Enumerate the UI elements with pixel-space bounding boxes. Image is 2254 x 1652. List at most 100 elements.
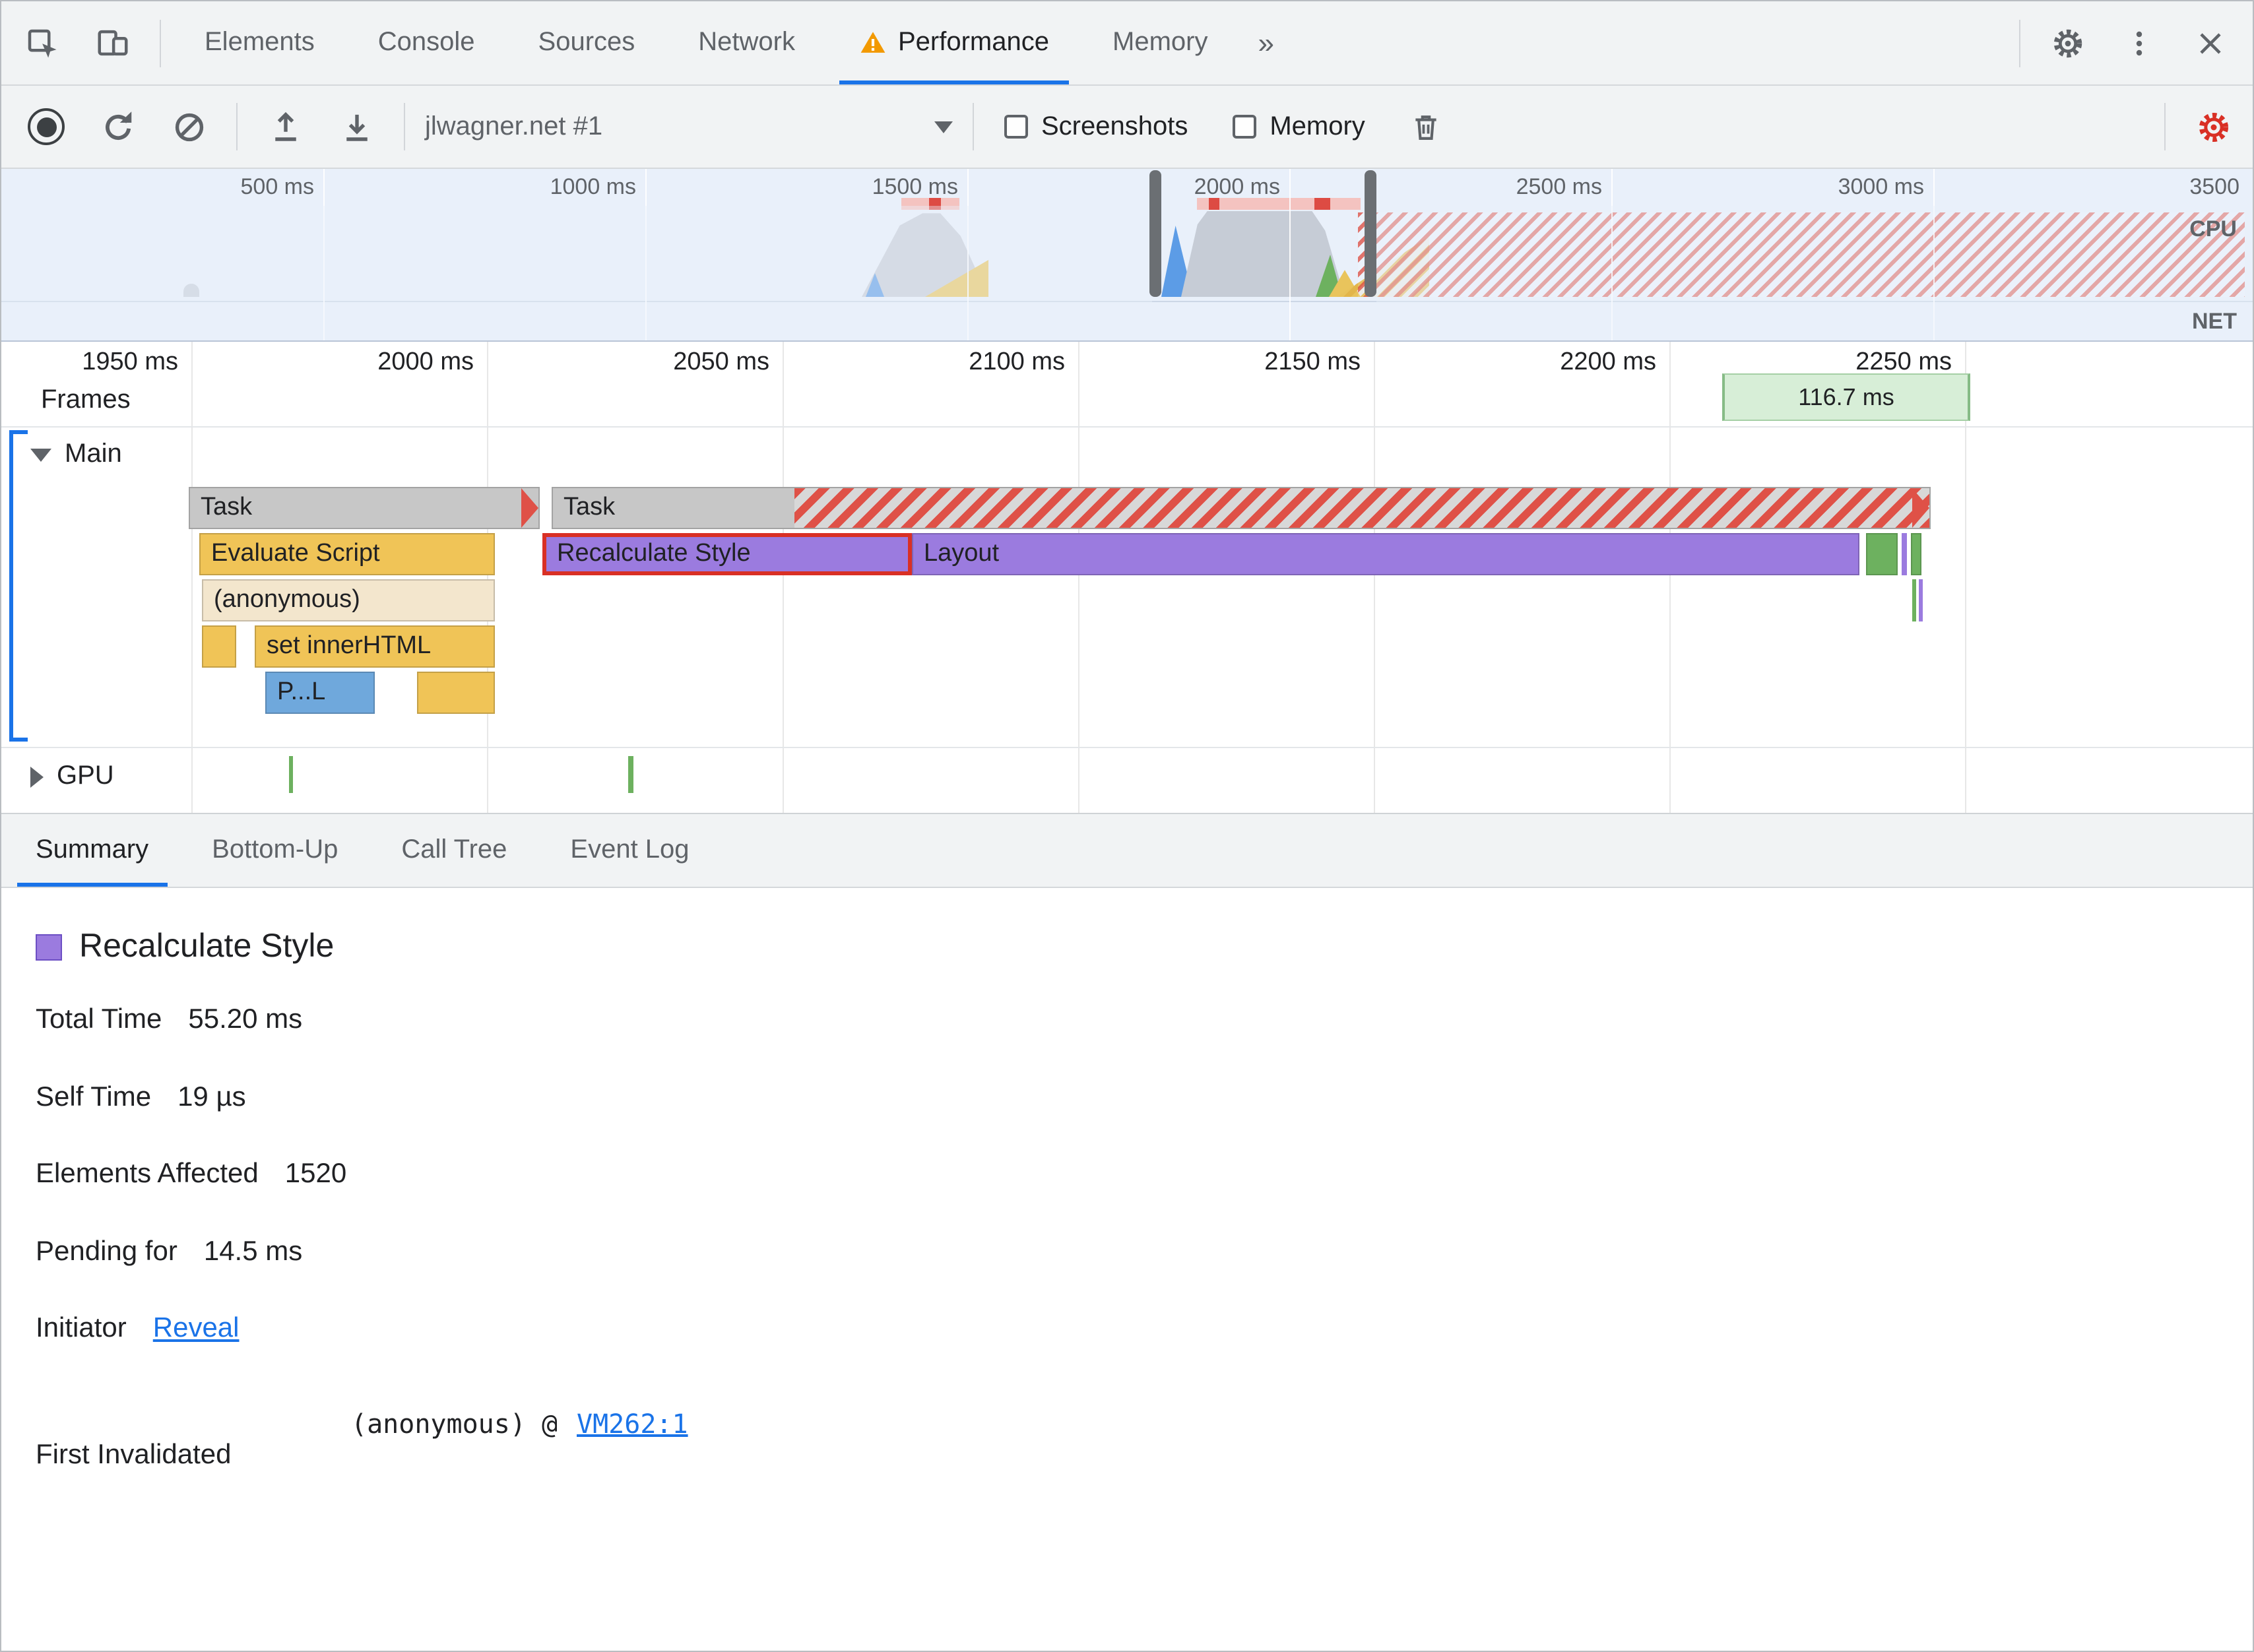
reload-icon <box>104 111 131 140</box>
first-invalidated-value: (anonymous) @ VM262:1 <box>351 1408 688 1440</box>
gpu-track-label: GPU <box>57 761 114 790</box>
flame-bar-style-sliver[interactable] <box>1902 533 1907 575</box>
gpu-activity-mark <box>628 756 633 793</box>
gpu-track-toggle[interactable]: GPU <box>30 761 114 792</box>
long-task-strip-segment <box>1314 198 1330 210</box>
separator <box>2164 103 2166 150</box>
initiator-reveal-link[interactable]: Reveal <box>153 1313 240 1343</box>
profile-select-value: jlwagner.net #1 <box>425 111 603 141</box>
devtools-tabbar: Elements Console Sources Network Perform… <box>1 1 2253 86</box>
summary-row-label: Elements Affected <box>36 1159 259 1189</box>
tab-network[interactable]: Network <box>666 1 827 84</box>
expand-arrow-icon <box>30 766 44 787</box>
tab-event-log[interactable]: Event Log <box>538 814 721 887</box>
flame-bar-sliver[interactable] <box>1912 579 1916 621</box>
flame-bar-layout[interactable]: Layout <box>912 533 1859 575</box>
devtools-window: Elements Console Sources Network Perform… <box>0 0 2254 1652</box>
flame-bar-label: P...L <box>277 678 326 706</box>
overview-ruler-label: 500 ms <box>240 174 315 199</box>
main-track-toggle[interactable]: Main <box>30 439 122 470</box>
warning-icon <box>860 32 885 53</box>
save-profile-button[interactable] <box>330 98 383 156</box>
download-icon <box>346 113 367 141</box>
summary-row-label: Self Time <box>36 1082 152 1112</box>
flame-bar-paint[interactable] <box>1866 533 1898 575</box>
device-toolbar-icon <box>97 30 127 56</box>
memory-checkbox[interactable] <box>1233 115 1257 139</box>
inspect-element-icon <box>27 29 56 58</box>
more-options-icon[interactable] <box>2113 14 2166 72</box>
clear-recording-button[interactable] <box>162 98 215 156</box>
record-button[interactable] <box>20 98 73 156</box>
flame-bar-recalculate-style-selected[interactable]: Recalculate Style <box>542 533 912 575</box>
flame-bar-anonymous[interactable]: (anonymous) <box>202 579 495 621</box>
capture-settings-button[interactable] <box>2187 98 2239 156</box>
tab-label: Summary <box>36 835 149 864</box>
red-gear-icon <box>2198 111 2228 142</box>
first-invalidated-source-link[interactable]: VM262:1 <box>577 1408 688 1440</box>
flame-bar-paint-sliver[interactable] <box>1911 533 1921 575</box>
screenshots-checkbox[interactable] <box>1004 115 1028 139</box>
detail-ruler-label: 1950 ms <box>82 348 178 376</box>
summary-row-value: 55.20 ms <box>188 1004 303 1034</box>
profile-select[interactable]: jlwagner.net #1 <box>425 111 953 142</box>
frames-track-label: Frames <box>41 385 131 414</box>
collapse-arrow-icon <box>30 448 51 461</box>
tab-elements[interactable]: Elements <box>173 1 346 84</box>
detail-ruler-label: 2050 ms <box>673 348 769 376</box>
first-invalidated-source: (anonymous) @ <box>351 1408 558 1440</box>
selection-handle-right[interactable] <box>1365 170 1376 297</box>
long-task-arrow-icon <box>1912 488 1929 528</box>
detail-ruler-label: 2000 ms <box>377 348 474 376</box>
summary-legend: Recalculate Style <box>36 928 334 966</box>
summary-row: Pending for 14.5 ms <box>36 1236 302 1268</box>
main-track-selection-bracket <box>9 430 13 742</box>
tab-summary[interactable]: Summary <box>4 814 180 887</box>
tab-call-tree[interactable]: Call Tree <box>370 814 538 887</box>
tab-performance[interactable]: Performance <box>827 1 1081 84</box>
detail-ruler-label: 2100 ms <box>969 348 1065 376</box>
load-profile-button[interactable] <box>259 98 311 156</box>
delete-recording-button[interactable] <box>1400 98 1452 156</box>
screenshots-checkbox-label[interactable]: Screenshots <box>1041 111 1188 142</box>
gridline <box>191 342 193 813</box>
device-toolbar-icon[interactable] <box>86 14 139 72</box>
clear-icon <box>174 112 203 141</box>
inspect-element-icon[interactable] <box>15 14 67 72</box>
flame-bar-evaluate-script[interactable]: Evaluate Script <box>199 533 495 575</box>
settings-gear-icon[interactable] <box>2042 14 2094 72</box>
tab-console[interactable]: Console <box>346 1 507 84</box>
flame-bar-script-small[interactable] <box>202 625 236 668</box>
selection-handle-left[interactable] <box>1149 170 1161 297</box>
flame-bar-label: Layout <box>924 540 1000 567</box>
close-devtools-icon[interactable] <box>2184 14 2237 72</box>
separator <box>160 19 161 67</box>
tab-bottom-up[interactable]: Bottom-Up <box>180 814 370 887</box>
more-tabs-button[interactable]: » <box>1239 1 1293 84</box>
tab-label: Event Log <box>570 835 690 864</box>
flame-bar-label: Task <box>201 493 253 521</box>
overview-timeline[interactable]: 500 ms 1000 ms 1500 ms 2000 ms 2500 ms 3… <box>1 169 2253 342</box>
tab-label: Call Tree <box>401 835 507 864</box>
tab-memory[interactable]: Memory <box>1081 1 1239 84</box>
reload-and-record-button[interactable] <box>91 98 144 156</box>
event-color-swatch <box>36 934 62 960</box>
summary-row-label: Total Time <box>36 1004 162 1034</box>
overview-ruler-label: 3500 <box>2189 174 2239 199</box>
tab-label: Sources <box>538 28 635 57</box>
memory-checkbox-label[interactable]: Memory <box>1270 111 1365 142</box>
flame-bar-task-long[interactable]: Task <box>552 487 1931 529</box>
flame-bar-parse-html[interactable]: P...L <box>265 672 375 714</box>
frame-duration: 116.7 ms <box>1798 383 1894 410</box>
tab-label: Elements <box>205 28 315 57</box>
flame-bar-task[interactable]: Task <box>189 487 540 529</box>
tab-sources[interactable]: Sources <box>507 1 667 84</box>
flame-bar-set-innerhtml[interactable]: set innerHTML <box>255 625 495 668</box>
flame-bar-sliver[interactable] <box>1919 579 1923 621</box>
summary-row-value: 19 µs <box>177 1082 246 1112</box>
tab-label: Network <box>698 28 795 57</box>
kebab-menu-icon <box>2136 30 2142 55</box>
frame-block[interactable]: 116.7 ms <box>1722 373 1970 421</box>
summary-row-label: Pending for <box>36 1236 177 1267</box>
flame-bar-script-small[interactable] <box>417 672 495 714</box>
